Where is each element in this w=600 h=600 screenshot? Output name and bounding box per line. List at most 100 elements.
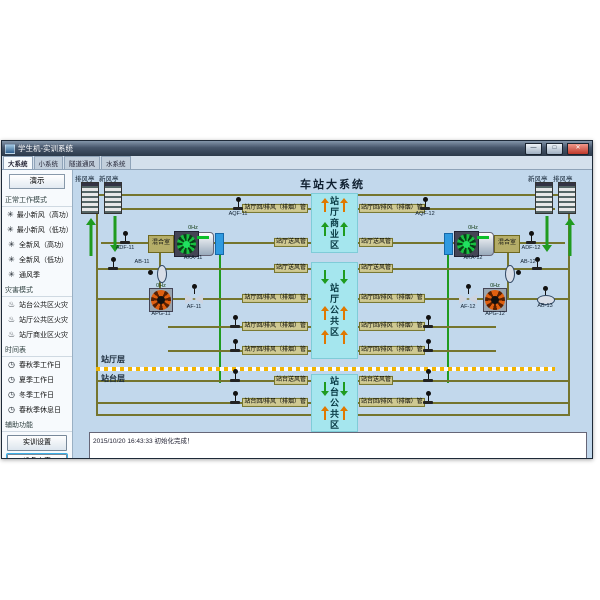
arrow-stem [324,226,326,236]
minimize-button[interactable]: — [525,143,542,155]
damper-bar [423,349,433,352]
up-arrow-icon [340,222,348,236]
tab-大系统[interactable]: 大系统 [3,156,33,169]
exhaust-fan-unit[interactable]: 0HzAPG-11 [149,288,173,312]
maximize-button[interactable]: □ [546,143,563,155]
mixing-chamber[interactable]: 混合室 [148,235,174,253]
damper-sensor-icon[interactable] [423,369,433,383]
damper-sensor-icon[interactable] [423,315,433,329]
damper-sensor-icon[interactable]: AQF-12 [420,197,430,211]
fire-icon: ♨ [7,316,16,324]
sidebar-item-通风季[interactable]: ✳通风季 [2,267,72,282]
valve-triangle [468,294,477,304]
sidebar-item-春秋季工作日[interactable]: ◷春秋季工作日 [2,357,72,372]
silencer-icon[interactable] [215,233,224,255]
sidebar-item-最小新风（低功）[interactable]: ✳最小新风（低功） [2,222,72,237]
tab-隧道通风[interactable]: 隧道通风 [64,156,100,169]
frequency-label: 0Hz [188,225,198,231]
tab-水系统[interactable]: 水系统 [101,156,131,169]
fan-hub [157,296,165,304]
设备点表-button[interactable]: 设备点表 [7,454,67,458]
arrow-stem [343,202,345,212]
close-button[interactable]: ✕ [567,143,589,155]
damper-bar [532,267,542,270]
butterfly-valve-icon[interactable]: AF-12 [459,294,477,304]
butterfly-valve-icon[interactable]: AF-11 [185,294,203,304]
fan-hub [183,241,190,248]
sidebar-item-label: 通风季 [19,270,40,280]
equipment-label: AQF-12 [415,211,434,217]
silencer-icon[interactable] [444,233,453,255]
damper-sensor-icon[interactable] [230,369,240,383]
up-arrow-icon [564,218,575,256]
duct-label: 站台回/排风（排烟）管 [359,398,425,407]
sidebar-item-label: 全新风（高功） [19,240,68,250]
up-arrow-icon [321,222,329,236]
duct-line [447,244,449,383]
sidebar-item-label: 最小新风（高功） [17,210,73,220]
actuator-stem [194,289,195,294]
arrow-stem [343,310,345,320]
lens-body [505,265,515,283]
damper-sensor-icon[interactable]: ADF-12 [526,231,536,245]
damper-sensor-icon[interactable]: AQF-11 [233,197,243,211]
sidebar-item-最小新风（高功）[interactable]: ✳最小新风（高功） [2,207,72,222]
equipment-label: APG-12 [485,311,505,317]
duct-label: 站厅回/排风（排烟）管 [242,346,308,355]
supply-fan-unit[interactable]: 0HzAKA-12 [454,231,492,255]
arrow-stem [324,382,326,392]
sidebar-item-label: 春秋季工作日 [19,360,61,370]
fan-hub [463,241,470,248]
damper-sensor-icon[interactable] [423,391,433,405]
sidebar-section-header: 灾害模式 [2,282,72,297]
valve-triangle [459,294,468,304]
damper-sensor-icon[interactable] [230,315,240,329]
tab-小系统[interactable]: 小系统 [34,156,64,169]
sidebar-item-站厅公共区火灾[interactable]: ♨站厅公共区火灾 [2,312,72,327]
up-arrow-icon [321,198,329,212]
sidebar-item-label: 站厅商业区火灾 [19,330,68,340]
arrow-head [542,245,552,252]
sidebar-item-冬季工作日[interactable]: ◷冬季工作日 [2,387,72,402]
vertical-damper-icon[interactable]: AB-11 [156,265,166,281]
sidebar-item-label: 站厅公共区火灾 [19,315,68,325]
arrow-stem [324,310,326,320]
sidebar-item-夏季工作日[interactable]: ◷夏季工作日 [2,372,72,387]
damper-sensor-icon[interactable] [230,391,240,405]
duct-label: 站台送风管 [274,376,308,385]
frequency-label: 0Hz [468,225,478,231]
actuator-stem [545,291,546,295]
sidebar-item-label: 最小新风（低功） [17,225,73,235]
arrow-stem [343,334,345,344]
vertical-damper-icon[interactable]: AB-12 [504,265,514,281]
duct-label: 站厅送风管 [359,238,393,247]
sidebar-item-站台公共区火灾[interactable]: ♨站台公共区火灾 [2,297,72,312]
damper-bar [423,401,433,404]
实训设置-button[interactable]: 实训设置 [7,435,67,451]
supply-fan-unit[interactable]: 0HzAKA-11 [174,231,212,255]
mixing-chamber[interactable]: 混合室 [494,235,520,253]
sidebar-item-全新风（高功）[interactable]: ✳全新风（高功） [2,237,72,252]
sidebar-item-全新风（低功）[interactable]: ✳全新风（低功） [2,252,72,267]
sidebar-section-header: 时间表 [2,342,72,357]
floor-label: 站台层 [101,373,125,384]
ahu-front [454,231,479,257]
demo-button[interactable]: 演示 [9,174,65,189]
damper-bar [233,207,243,210]
exhaust-fan-unit[interactable]: 0HzAPG-12 [483,288,507,312]
sidebar-item-春秋季休息日[interactable]: ◷春秋季休息日 [2,402,72,417]
damper-sensor-icon[interactable]: ADF-11 [120,231,130,245]
tab-bar: 大系统小系统隧道通风水系统 [2,156,592,170]
arrow-stem [568,224,571,256]
arrow-stem [343,270,345,280]
damper-sensor-icon[interactable] [230,339,240,353]
arrow-stem [324,202,326,212]
sidebar-item-站厅商业区火灾[interactable]: ♨站厅商业区火灾 [2,327,72,342]
horizontal-damper-icon[interactable]: AB-13 [537,295,553,303]
damper-sensor-icon[interactable] [423,339,433,353]
titlebar[interactable]: 学生机-实训系统 — □ ✕ [2,141,592,156]
duct-label: 站厅回/排风（排烟）管 [359,346,425,355]
damper-bar [120,241,130,244]
damper-sensor-icon[interactable] [532,257,542,271]
damper-sensor-icon[interactable] [108,257,118,271]
